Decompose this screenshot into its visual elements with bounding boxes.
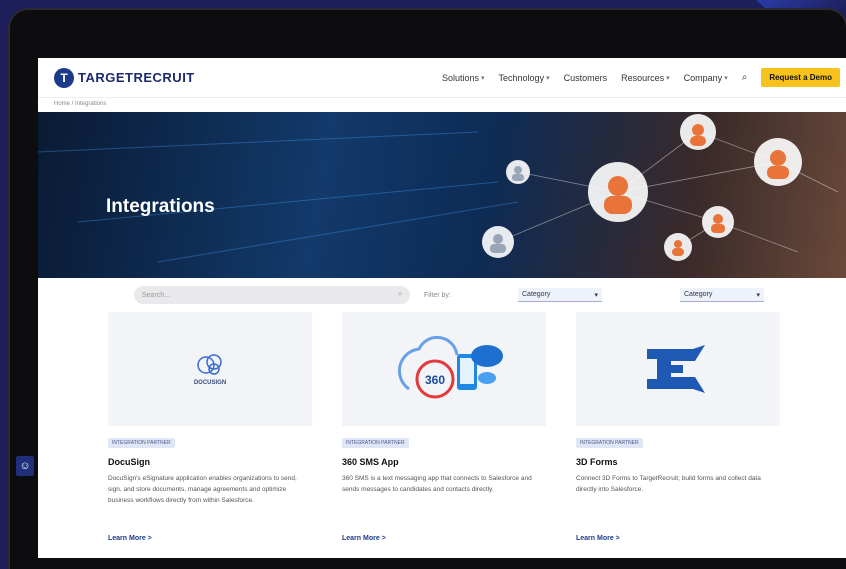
chevron-down-icon: ▾ [724,74,728,82]
nav-label: Solutions [441,72,480,83]
card-title: 360 SMS App [342,457,399,467]
filter-label: Filter by: [424,291,451,299]
type-select[interactable]: Category ▾ [680,288,764,302]
browser-screen: T TARGETRECRUIT Solutions ▾ Technology ▾… [38,58,846,558]
card-logo-text: 360 [425,373,445,387]
card-tag: INTEGRATION PARTNER [576,438,643,448]
learn-more-link[interactable]: Learn More > [342,535,546,542]
nav-resources[interactable]: Resources ▾ [621,73,670,83]
search-icon: ⌕ [398,291,402,298]
card-description: DocuSign's eSignature application enable… [108,475,297,504]
learn-more-link[interactable]: Learn More > [576,535,780,542]
chevron-down-icon: ▾ [546,74,550,82]
card-image: 360 [342,312,546,426]
card-description: Connect 3D Forms to TargetRecruit; build… [576,475,761,493]
card-tag: INTEGRATION PARTNER [342,438,409,448]
card-tag: INTEGRATION PARTNER [108,438,175,448]
search-input[interactable]: Search... ⌕ [134,286,410,304]
chevron-down-icon: ▾ [594,291,598,299]
card-title: DocuSign [108,457,150,467]
learn-more-link[interactable]: Learn More > [108,535,312,542]
search-icon[interactable]: ⌕ [742,72,748,83]
card-description: 360 SMS is a text messaging app that con… [342,475,532,493]
nav-customers[interactable]: Customers [564,73,608,83]
accessibility-icon: ☺ [19,460,31,472]
nav-label: Technology [498,72,545,83]
main-menu: Solutions ▾ Technology ▾ Customers Resou… [442,68,840,87]
logo-text: TARGETRECRUIT [78,70,195,85]
site-logo[interactable]: T TARGETRECRUIT [54,67,195,88]
filter-bar: Search... ⌕ Filter by: Category ▾ Catego… [38,278,846,312]
chevron-down-icon: ▾ [481,74,485,82]
page-title: Integrations [106,196,215,217]
type-select-value: Category [684,291,713,298]
breadcrumb: Home / Integrations [54,101,107,107]
card-title: 3D Forms [576,457,618,467]
accessibility-button[interactable]: ☺ [16,456,34,476]
logo-mark-icon: T [54,67,74,88]
network-graphic [38,114,839,263]
integration-card-360sms[interactable]: 360 INTEGRATION PARTNER 360 SMS App 360 … [342,312,546,542]
chevron-down-icon: ▾ [756,291,760,299]
top-navigation: T TARGETRECRUIT Solutions ▾ Technology ▾… [38,58,846,98]
chevron-down-icon: ▾ [666,74,670,82]
nav-company[interactable]: Company ▾ [684,73,728,83]
laptop-frame: T TARGETRECRUIT Solutions ▾ Technology ▾… [10,10,846,569]
nav-label: Resources [621,72,665,83]
category-select[interactable]: Category ▾ [518,288,602,302]
category-select-value: Category [522,291,551,298]
forms-logo-icon [647,345,705,393]
integration-card-docusign[interactable]: DOCUSIGN INTEGRATION PARTNER DocuSign Do… [108,312,312,542]
request-demo-button[interactable]: Request a Demo [761,68,840,87]
sms-app-logo-icon: 360 [398,335,503,399]
cloud-logo-icon [197,353,222,375]
integration-cards: DOCUSIGN INTEGRATION PARTNER DocuSign Do… [38,312,846,542]
card-image [576,312,780,426]
hero-banner: Integrations [38,112,846,278]
search-placeholder: Search... [142,291,171,299]
integration-card-3dforms[interactable]: INTEGRATION PARTNER 3D Forms Connect 3D … [576,312,780,542]
card-image: DOCUSIGN [108,312,312,426]
nav-label: Company [683,72,723,83]
nav-label: Customers [563,72,608,83]
nav-solutions[interactable]: Solutions ▾ [442,73,485,83]
card-logo-text: DOCUSIGN [193,379,227,386]
nav-technology[interactable]: Technology ▾ [499,73,550,83]
